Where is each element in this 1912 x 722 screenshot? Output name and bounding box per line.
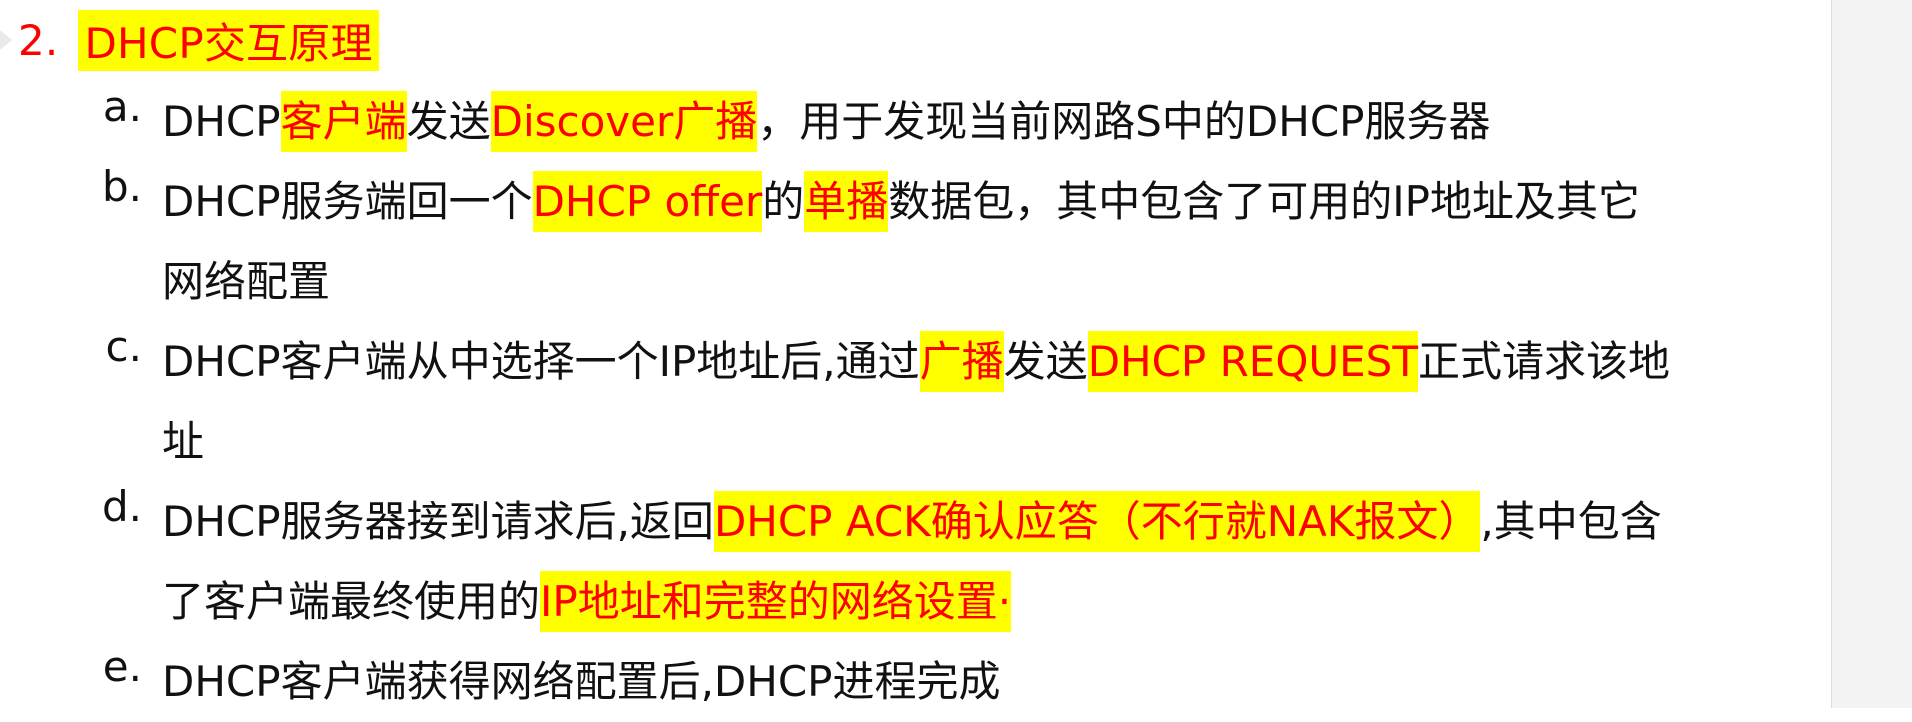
list-marker-d: d. <box>101 482 142 531</box>
text-line: 网络配置 <box>162 242 1822 322</box>
list-item-text-a: DHCP客户端发送Discover广播，用于发现当前网路S中的DHCP服务器 <box>162 82 1822 162</box>
list-item-text-d: DHCP服务器接到请求后,返回DHCP ACK确认应答（不行就NAK报文）,其中… <box>162 482 1822 642</box>
text-segment: 网络配置 <box>162 257 331 306</box>
heading-number: 2. <box>18 15 59 65</box>
text-segment: DHCP <box>162 97 281 146</box>
text-segment: 的 <box>762 177 805 226</box>
highlighted-segment: DHCP offer <box>532 171 763 232</box>
list-marker-a: a. <box>102 82 142 131</box>
list-marker-b: b. <box>101 162 142 211</box>
text-segment: 了客户端最终使用的 <box>162 577 541 626</box>
text-segment: ,其中包含 <box>1480 497 1662 546</box>
text-segment: ，用于发现当前网路S中的DHCP服务器 <box>757 97 1491 146</box>
text-segment: DHCP服务器接到请求后,返回 <box>162 497 714 546</box>
text-segment: 发送 <box>1003 337 1088 386</box>
list-item-text-e: DHCP客户端获得网络配置后,DHCP进程完成 <box>162 642 1822 722</box>
right-scrollbar-gutter[interactable] <box>1831 0 1912 708</box>
text-line: DHCP服务器接到请求后,返回DHCP ACK确认应答（不行就NAK报文）,其中… <box>162 482 1822 562</box>
highlighted-segment: Discover广播 <box>490 91 758 152</box>
list-marker-c: c. <box>105 322 142 371</box>
text-line: 了客户端最终使用的IP地址和完整的网络设置· <box>162 562 1822 642</box>
text-segment: 址 <box>162 417 205 466</box>
text-segment: 数据包，其中包含了可用的IP地址及其它 <box>888 177 1640 226</box>
list-item-text-b: DHCP服务端回一个DHCP offer的单播数据包，其中包含了可用的IP地址及… <box>162 162 1822 322</box>
list-marker-e: e. <box>102 642 142 691</box>
highlighted-segment: 客户端 <box>280 91 407 152</box>
highlighted-segment: 单播 <box>804 171 889 232</box>
text-segment: 正式请求该地 <box>1418 337 1671 386</box>
text-line: DHCP客户端发送Discover广播，用于发现当前网路S中的DHCP服务器 <box>162 82 1822 162</box>
text-line: DHCP客户端从中选择一个IP地址后,通过广播发送DHCP REQUEST正式请… <box>162 322 1822 402</box>
text-segment: DHCP客户端从中选择一个IP地址后,通过 <box>162 337 920 386</box>
heading-title: DHCP交互原理 <box>78 9 379 71</box>
highlighted-segment: 广播 <box>919 331 1004 392</box>
section-heading: 2. DHCP交互原理 <box>18 8 379 72</box>
highlighted-segment: IP地址和完整的网络设置· <box>540 571 1012 632</box>
text-line: 址 <box>162 402 1822 482</box>
text-segment: DHCP服务端回一个 <box>162 177 533 226</box>
text-line: DHCP客户端获得网络配置后,DHCP进程完成 <box>162 642 1822 722</box>
list-item-text-c: DHCP客户端从中选择一个IP地址后,通过广播发送DHCP REQUEST正式请… <box>162 322 1822 482</box>
text-line: DHCP服务端回一个DHCP offer的单播数据包，其中包含了可用的IP地址及… <box>162 162 1822 242</box>
text-segment: DHCP客户端获得网络配置后,DHCP进程完成 <box>162 657 1001 706</box>
highlighted-segment: DHCP REQUEST <box>1087 331 1418 392</box>
highlighted-segment: DHCP ACK确认应答（不行就NAK报文） <box>713 491 1481 552</box>
collapse-caret-icon <box>0 30 12 50</box>
text-segment: 发送 <box>406 97 491 146</box>
